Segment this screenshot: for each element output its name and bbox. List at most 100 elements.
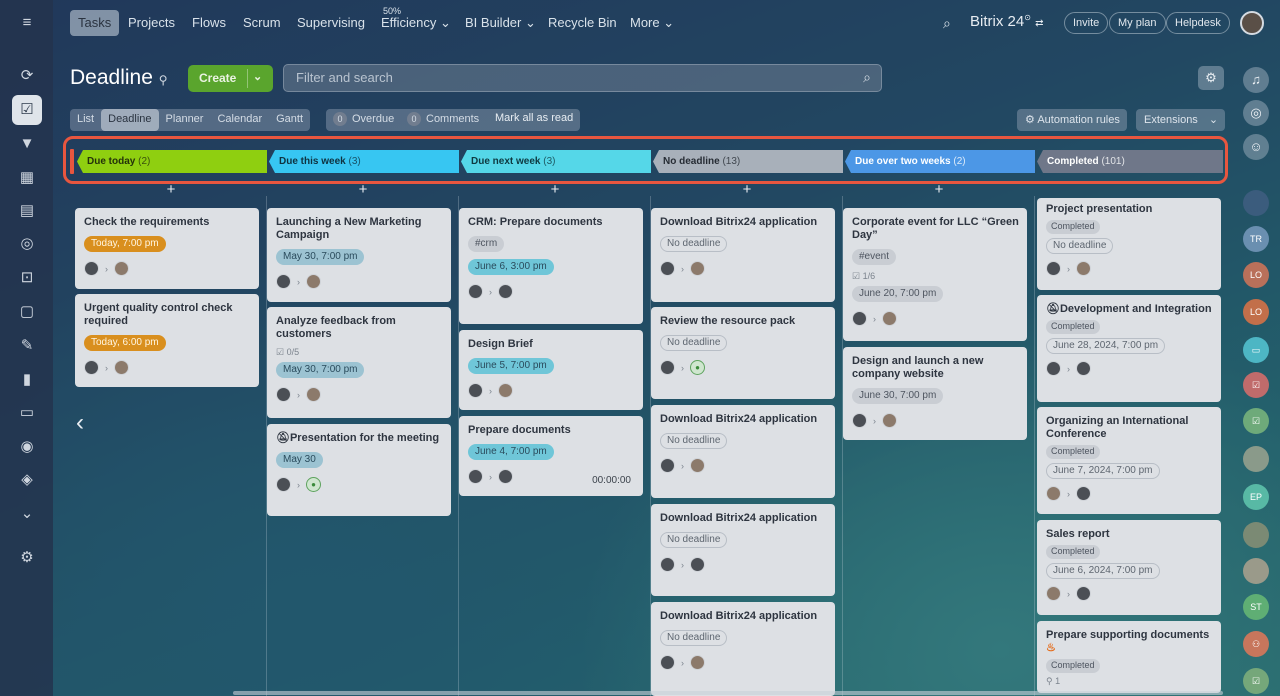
avatar[interactable] [114,360,129,375]
avatar[interactable]: EP [1243,484,1269,510]
stage-no-deadline[interactable]: No deadline (13) [653,150,843,173]
avatar[interactable] [1076,586,1091,601]
task-card[interactable]: Download Bitrix24 application No deadlin… [651,208,835,302]
task-card[interactable]: Sales report Completed June 6, 2024, 7:0… [1037,520,1221,615]
avatar[interactable] [276,274,291,289]
task-card[interactable]: Check the requirements Today, 7:00 pm › [75,208,259,289]
deadline-badge[interactable]: June 6, 2024, 7:00 pm [1046,563,1160,579]
chat-bubble-icon[interactable]: ▭ [1243,337,1269,363]
user-placeholder-icon[interactable]: ● [690,360,705,375]
avatar[interactable] [306,274,321,289]
my-plan-button[interactable]: My plan [1109,12,1166,34]
task-title[interactable]: Urgent quality control check required [84,302,251,328]
avatar[interactable] [882,311,897,326]
avatar[interactable] [498,383,513,398]
view-gantt[interactable]: Gantt [269,109,310,131]
nav-bi-builder[interactable]: BI Builder ⌄ [465,15,536,31]
user-avatar[interactable] [1240,11,1264,35]
deadline-badge[interactable]: June 4, 7:00 pm [468,444,554,460]
tag-badge[interactable]: #event [852,249,897,265]
avatar[interactable] [84,261,99,276]
task-card[interactable]: Download Bitrix24 application No deadlin… [651,602,835,696]
add-task-button[interactable]: + [929,181,949,198]
task-icon[interactable]: ☑ [1243,668,1269,694]
nav-projects[interactable]: Projects [128,15,175,30]
deadline-badge[interactable]: No deadline [660,335,728,351]
avatar[interactable] [276,387,291,402]
task-title[interactable]: Prepare documents [468,424,635,437]
deadline-badge[interactable]: June 5, 7:00 pm [468,358,554,374]
task-card[interactable]: CRM: Prepare documents #crm June 6, 3:00… [459,208,643,324]
task-title[interactable]: Download Bitrix24 application [660,610,827,623]
task-title[interactable]: Prepare supporting documents ♨ [1046,629,1213,655]
task-icon[interactable]: ☑ [1243,372,1269,398]
stage-due-today[interactable]: Due today (2) [77,150,267,173]
add-task-button[interactable]: + [161,181,181,198]
task-card[interactable]: Design Brief June 5, 7:00 pm › [459,330,643,410]
task-title[interactable]: Check the requirements [84,216,251,229]
filter-icon[interactable]: ▼ [16,133,38,155]
copilot-icon[interactable]: ◎ [1243,100,1269,126]
avatar[interactable] [1046,361,1061,376]
market-icon[interactable]: ◈ [16,469,38,491]
avatar[interactable] [1243,446,1269,472]
deadline-badge[interactable]: Today, 7:00 pm [84,236,166,252]
task-title[interactable]: Sales report [1046,528,1213,541]
sites-icon[interactable]: ▭ [16,402,38,424]
task-title[interactable]: Analyze feedback from customers [276,315,443,341]
task-title[interactable]: Launching a New Marketing Campaign [276,216,443,242]
add-task-button[interactable]: + [353,181,373,198]
task-title[interactable]: Organizing an International Conference [1046,415,1213,441]
horizontal-scrollbar[interactable] [233,691,1223,695]
avatar[interactable] [498,469,513,484]
tasks-icon[interactable]: ☑ [12,95,42,125]
deadline-badge[interactable]: May 30 [276,452,323,468]
stage-due-over-two-weeks[interactable]: Due over two weeks (2) [845,150,1035,173]
mark-all-read-link[interactable]: Mark all as read [495,112,573,124]
nav-supervising[interactable]: Supervising [297,15,365,30]
view-deadline[interactable]: Deadline [101,109,159,131]
nav-tasks[interactable]: Tasks [70,10,120,36]
nav-flows[interactable]: Flows [192,15,226,30]
task-title[interactable]: Design and launch a new company website [852,355,1019,381]
avatar[interactable] [1243,522,1269,548]
view-planner[interactable]: Planner [159,109,211,131]
analytics-icon[interactable]: ▮ [16,369,38,391]
drive-icon[interactable]: ▤ [16,200,38,222]
create-button[interactable]: Create ⌄ [188,65,273,92]
avatar[interactable] [1046,486,1061,501]
task-card[interactable]: 🔕︎Development and Integration Completed … [1037,295,1221,402]
avatar[interactable] [1243,190,1269,216]
avatar[interactable] [276,477,291,492]
task-title[interactable]: Corporate event for LLC “Green Day” [852,216,1019,242]
chat-icon[interactable]: ☺ [1243,134,1269,160]
avatar[interactable]: ST [1243,594,1269,620]
chevron-down-icon[interactable]: ⌄ [253,70,262,83]
avatar[interactable] [690,557,705,572]
deadline-badge[interactable]: June 6, 3:00 pm [468,259,554,275]
crm-icon[interactable]: ◎ [16,233,38,255]
task-card[interactable]: Launching a New Marketing Campaign May 3… [267,208,451,302]
avatar[interactable] [468,469,483,484]
avatar[interactable] [660,458,675,473]
scroll-left-arrow-icon[interactable]: ‹ [76,409,84,437]
search-icon[interactable]: ⌕ [943,15,951,32]
nav-more[interactable]: More ⌄ [630,15,674,31]
avatar[interactable] [660,261,675,276]
docs-icon[interactable]: ▢ [16,301,38,323]
task-title[interactable]: Download Bitrix24 application [660,216,827,229]
avatar[interactable] [690,458,705,473]
deadline-badge[interactable]: June 28, 2024, 7:00 pm [1046,338,1166,354]
cart-icon[interactable]: ⊡ [16,267,38,289]
settings-icon[interactable]: ⚙ [16,547,38,569]
avatar[interactable] [468,284,483,299]
deadline-badge[interactable]: Today, 6:00 pm [84,335,166,351]
task-title[interactable]: Download Bitrix24 application [660,512,827,525]
task-card[interactable]: Urgent quality control check required To… [75,294,259,387]
activity-icon[interactable]: ⟳ [16,65,38,87]
avatar[interactable]: LO [1243,299,1269,325]
avatar[interactable] [852,413,867,428]
avatar[interactable] [468,383,483,398]
avatar[interactable]: LO [1243,262,1269,288]
avatar[interactable] [498,284,513,299]
